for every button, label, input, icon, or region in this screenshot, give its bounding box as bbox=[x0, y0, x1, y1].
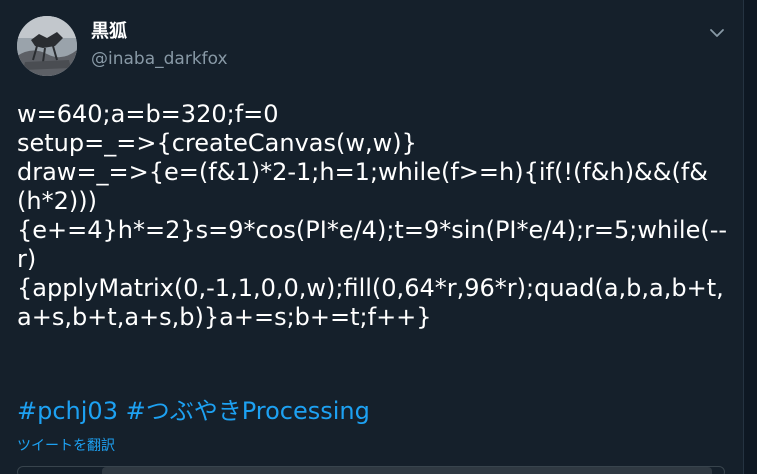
tweet-text-line: {e+=4}h*=2}s=9*cos(PI*e/4);t=9*sin(PI*e/… bbox=[17, 216, 728, 244]
tweet-text-line: r) bbox=[17, 245, 37, 273]
user-handle[interactable]: @inaba_darkfox bbox=[91, 48, 228, 70]
avatar[interactable] bbox=[17, 16, 77, 76]
translate-tweet-link[interactable]: ツイートを翻訳 bbox=[17, 437, 115, 455]
media-thumbnail bbox=[102, 467, 712, 474]
hashtag-link[interactable]: #つぶやきProcessing bbox=[126, 397, 370, 425]
chevron-down-icon[interactable] bbox=[706, 22, 728, 44]
tweet-text-line: w=640;a=b=320;f=0 bbox=[17, 100, 279, 128]
hashtag-list: #pchj03 #つぶやきProcessing bbox=[17, 397, 370, 426]
media-preview[interactable] bbox=[17, 466, 725, 474]
tweet-text-line: {applyMatrix(0,-1,1,0,0,w);fill(0,64*r,9… bbox=[17, 274, 724, 302]
tweet-text-line: draw=_=>{e=(f&1)*2-1;h=1;while(f>=h){if(… bbox=[17, 158, 709, 186]
hashtag-link[interactable]: #pchj03 bbox=[17, 397, 118, 425]
scrollbar[interactable] bbox=[743, 0, 757, 474]
tweet-text: w=640;a=b=320;f=0 setup=_=>{createCanvas… bbox=[17, 100, 737, 332]
tweet-card: 黒狐 @inaba_darkfox w=640;a=b=320;f=0 setu… bbox=[0, 0, 743, 474]
display-name[interactable]: 黒狐 bbox=[91, 20, 127, 44]
tweet-text-line: setup=_=>{createCanvas(w,w)} bbox=[17, 129, 417, 157]
avatar-photo bbox=[17, 16, 77, 76]
tweet-text-line: (h*2))) bbox=[17, 187, 97, 215]
tweet-text-line: a+s,b+t,a+s,b)}a+=s;b+=t;f++} bbox=[17, 303, 432, 331]
